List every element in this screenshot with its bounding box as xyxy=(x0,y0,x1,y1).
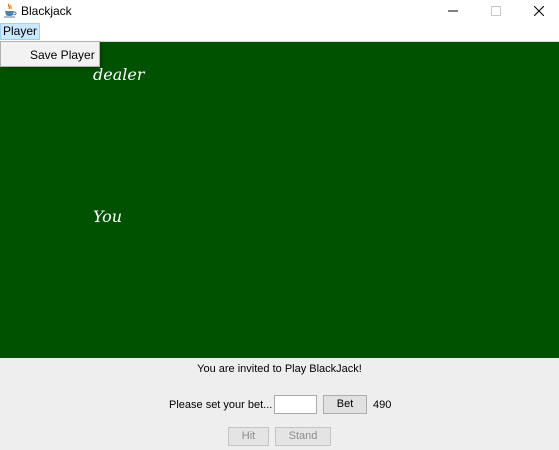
control-panel: You are invited to Play BlackJack! Pleas… xyxy=(0,358,559,450)
player-label: You xyxy=(93,207,123,226)
stand-button[interactable]: Stand xyxy=(275,427,331,446)
minimize-icon xyxy=(448,10,458,12)
menu-player[interactable]: Player xyxy=(0,23,41,40)
save-player-menu-item[interactable]: Save Player xyxy=(30,48,95,62)
dealer-label: dealer xyxy=(93,65,145,84)
close-button[interactable] xyxy=(519,0,559,22)
bet-button[interactable]: Bet xyxy=(323,395,367,414)
hit-button[interactable]: Hit xyxy=(228,427,269,446)
balance-value: 490 xyxy=(373,399,392,411)
status-message: You are invited to Play BlackJack! xyxy=(197,363,362,375)
title-bar: Blackjack xyxy=(0,0,559,22)
java-cup-icon xyxy=(3,3,17,18)
maximize-button[interactable] xyxy=(476,0,516,22)
bet-prompt-label: Please set your bet... xyxy=(169,399,273,411)
close-icon xyxy=(534,6,544,16)
window-title: Blackjack xyxy=(21,4,72,18)
maximize-icon xyxy=(491,6,501,16)
card-table: dealer You xyxy=(0,42,559,358)
minimize-button[interactable] xyxy=(433,0,473,22)
bet-input[interactable] xyxy=(274,395,317,414)
menu-bar: Player xyxy=(0,22,559,42)
player-menu-dropdown: Save Player xyxy=(0,41,100,67)
